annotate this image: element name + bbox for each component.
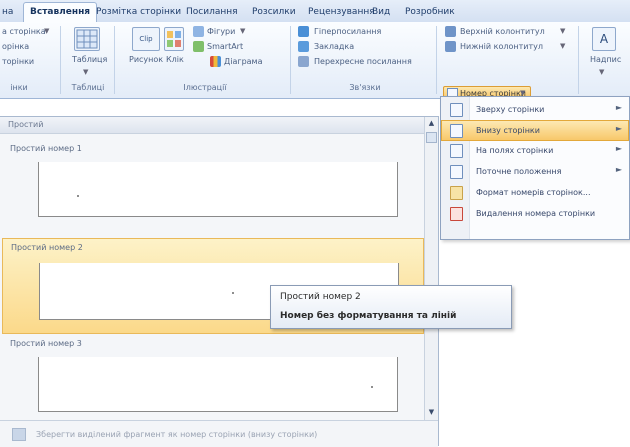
group-separator <box>436 26 437 94</box>
tab-insert[interactable]: Вставлення <box>23 2 98 22</box>
chevron-down-icon: ▼ <box>83 68 89 76</box>
save-selection-icon <box>12 428 26 441</box>
hyperlink-icon <box>298 26 309 37</box>
menu-item-label: На полях сторінки <box>476 146 554 155</box>
hyperlink-button[interactable]: Гіперпосилання <box>314 27 381 36</box>
menu-item-remove-page-numbers[interactable]: Видалення номера сторінки <box>442 204 628 223</box>
smartart-icon <box>193 41 204 52</box>
tab-file-partial[interactable]: на <box>2 3 13 22</box>
group-separator <box>60 26 61 94</box>
gallery-item-label: Простий номер 2 <box>11 243 83 252</box>
scroll-down-icon[interactable]: ▼ <box>426 407 437 418</box>
shapes-icon <box>193 26 204 37</box>
textbox-icon: A <box>592 27 616 51</box>
smartart-button[interactable]: SmartArt <box>207 42 243 51</box>
gallery-item-simple-1[interactable] <box>38 162 398 217</box>
save-selection-label: Зберегти виділений фрагмент як номер сто… <box>36 430 318 439</box>
tab-review[interactable]: Рецензування <box>308 3 375 22</box>
gallery-scrollbar[interactable]: ▲ ▼ <box>424 117 438 420</box>
gallery-item-simple-3[interactable] <box>38 357 398 412</box>
gallery-item-label: Простий номер 3 <box>10 339 82 348</box>
tab-view[interactable]: Вид <box>372 3 390 22</box>
page-number-marker <box>77 195 79 197</box>
menu-item-label: Поточне положення <box>476 167 562 176</box>
gallery-footer[interactable]: Зберегти виділений фрагмент як номер сто… <box>0 420 438 447</box>
chevron-down-icon: ▼ <box>560 27 566 35</box>
gallery-category-label: Простий <box>8 120 44 129</box>
menu-item-label: Зверху сторінки <box>476 105 545 114</box>
picture-button[interactable]: Рисунок <box>129 55 163 64</box>
cross-reference-button[interactable]: Перехресне посилання <box>314 57 412 66</box>
page-number-marker <box>371 386 373 388</box>
cover-page-button[interactable]: а сторінка <box>2 27 46 36</box>
remove-page-numbers-icon <box>450 207 463 221</box>
chevron-down-icon: ▼ <box>240 27 246 35</box>
scroll-up-icon[interactable]: ▲ <box>426 118 437 129</box>
tab-page-layout[interactable]: Розмітка сторінки <box>96 3 181 22</box>
footer-button[interactable]: Нижній колонтитул <box>460 42 543 51</box>
group-separator <box>114 26 115 94</box>
page-margins-icon <box>450 144 463 158</box>
footer-icon <box>445 41 456 52</box>
submenu-arrow-icon: ► <box>615 103 622 112</box>
tab-mailings[interactable]: Розсилки <box>252 3 296 22</box>
header-button[interactable]: Верхній колонтитул <box>460 27 545 36</box>
page-number-gallery: Простий Простий номер 1 Простий номер 2 … <box>0 116 439 447</box>
bookmark-button[interactable]: Закладка <box>314 42 354 51</box>
bottom-of-page-icon <box>450 124 463 138</box>
chart-button[interactable]: Діаграма <box>224 57 263 66</box>
page-number-menu: Зверху сторінки ► Внизу сторінки ► На по… <box>440 96 630 240</box>
chevron-down-icon: ▼ <box>560 42 566 50</box>
picture-icon: Clip <box>132 27 160 51</box>
menu-item-label: Формат номерів сторінок... <box>476 188 591 197</box>
clipart-icon <box>164 27 184 51</box>
tab-references[interactable]: Посилання <box>186 3 238 22</box>
group-separator <box>290 26 291 94</box>
format-page-numbers-icon <box>450 186 463 200</box>
ribbon: а сторінка ▼ орінка торінки інки Таблиця… <box>0 22 630 99</box>
menu-item-current-position[interactable]: Поточне положення ► <box>442 162 628 181</box>
tables-group-label: Таблиці <box>71 83 105 92</box>
menu-item-page-margins[interactable]: На полях сторінки ► <box>442 141 628 160</box>
shapes-button[interactable]: Фігури <box>207 27 235 36</box>
textbox-button[interactable]: Надпис <box>590 55 621 64</box>
tooltip: Простий номер 2 Номер без форматування т… <box>270 285 512 329</box>
blank-page-button[interactable]: орінка <box>2 42 29 51</box>
cross-reference-icon <box>298 56 309 67</box>
gallery-header: Простий <box>0 117 424 134</box>
chevron-down-icon: ▼ <box>599 68 605 76</box>
current-position-icon <box>450 165 463 179</box>
chevron-down-icon: ▼ <box>44 27 50 35</box>
top-of-page-icon <box>450 103 463 117</box>
links-group-label: Зв'язки <box>349 83 381 92</box>
clipart-button[interactable]: Клік <box>166 55 184 64</box>
tooltip-description: Номер без форматування та ліній <box>280 311 457 321</box>
header-icon <box>445 26 456 37</box>
menu-item-top-of-page[interactable]: Зверху сторінки ► <box>442 100 628 119</box>
menu-item-format-page-numbers[interactable]: Формат номерів сторінок... <box>442 183 628 202</box>
chart-icon <box>210 56 221 67</box>
table-button[interactable]: Таблиця <box>72 55 107 64</box>
menu-item-label: Внизу сторінки <box>476 126 540 135</box>
submenu-arrow-icon: ► <box>615 165 622 174</box>
menu-item-label: Видалення номера сторінки <box>476 209 596 218</box>
menu-item-bottom-of-page[interactable]: Внизу сторінки ► <box>441 120 629 141</box>
page-break-button[interactable]: торінки <box>2 57 34 66</box>
pages-group-label: інки <box>10 83 28 92</box>
scroll-thumb[interactable] <box>426 132 437 143</box>
submenu-arrow-icon: ► <box>615 124 622 133</box>
bookmark-icon <box>298 41 309 52</box>
gallery-item-label: Простий номер 1 <box>10 144 82 153</box>
tooltip-title: Простий номер 2 <box>280 292 361 302</box>
page-number-marker <box>232 292 234 294</box>
group-separator <box>578 26 579 94</box>
submenu-arrow-icon: ► <box>615 144 622 153</box>
illustrations-group-label: Ілюстрації <box>183 83 227 92</box>
tab-developer[interactable]: Розробник <box>405 3 455 22</box>
ribbon-tab-bar: на Вставлення Розмітка сторінки Посиланн… <box>0 0 630 23</box>
table-icon <box>74 27 100 51</box>
